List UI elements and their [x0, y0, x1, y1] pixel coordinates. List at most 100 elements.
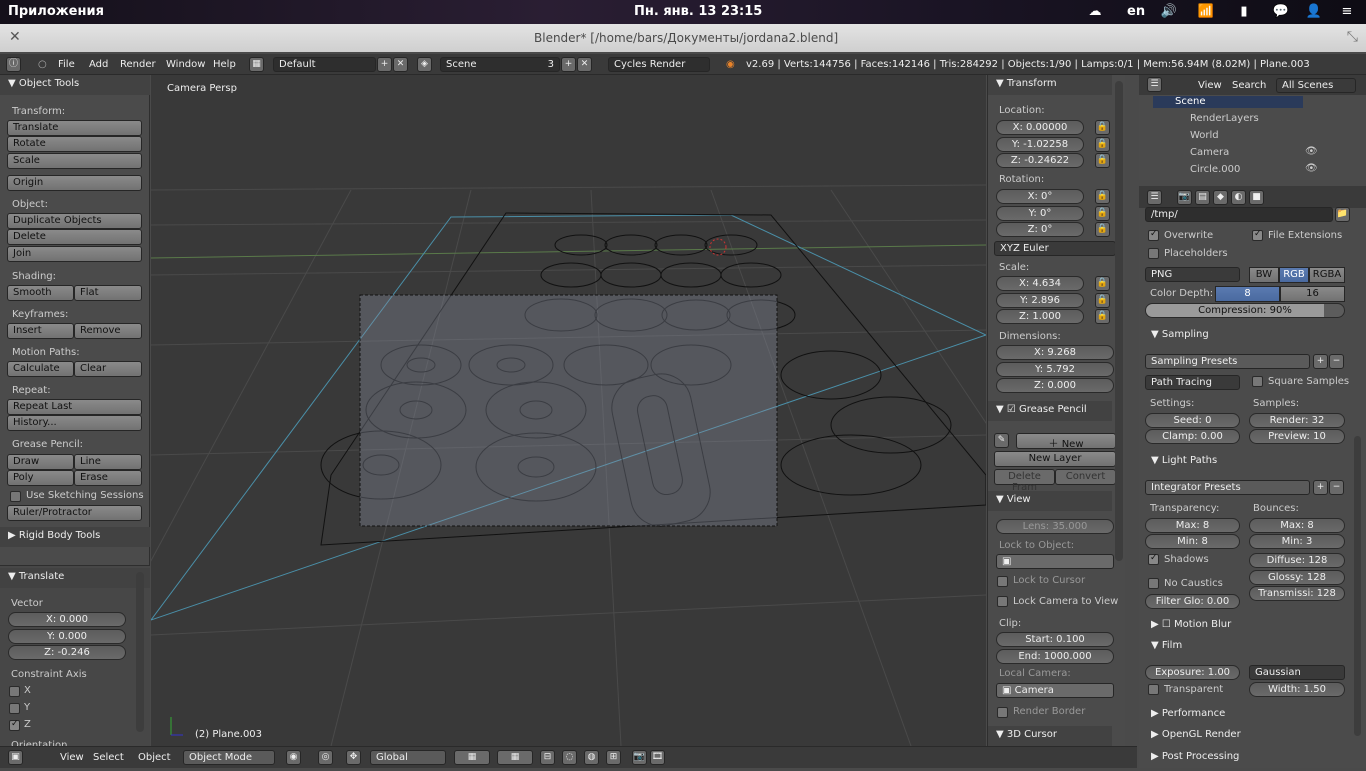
- scale-y-field[interactable]: Y: 2.896: [996, 293, 1084, 308]
- render-anim-icon[interactable]: 🎞: [650, 750, 665, 765]
- render-tab-icon[interactable]: 📷: [1177, 190, 1192, 205]
- panel-sampling[interactable]: ▼ Sampling: [1151, 329, 1209, 349]
- no-caustics-checkbox[interactable]: [1148, 578, 1159, 589]
- applications-menu[interactable]: Приложения: [8, 4, 104, 19]
- panel-performance[interactable]: ▶ Performance: [1151, 708, 1225, 728]
- dimension-y-field[interactable]: Y: 5.792: [996, 362, 1114, 377]
- properties-editor-icon[interactable]: ☰: [1147, 190, 1162, 205]
- convert-button[interactable]: Convert: [1055, 469, 1116, 485]
- eye-icon[interactable]: 👁: [1305, 146, 1318, 157]
- lock-icon[interactable]: 🔒: [1095, 137, 1110, 152]
- lock-icon[interactable]: 🔒: [1095, 276, 1110, 291]
- filter-glossy-field[interactable]: Filter Glo: 0.00: [1145, 594, 1240, 609]
- clip-start-field[interactable]: Start: 0.100: [996, 632, 1114, 647]
- rgba-toggle[interactable]: RGBA: [1309, 267, 1345, 283]
- wifi-icon[interactable]: 📶: [1197, 4, 1215, 20]
- transparency-min-field[interactable]: Min: 8: [1145, 534, 1240, 549]
- menu-window[interactable]: Window: [166, 59, 205, 70]
- remove-scene-icon[interactable]: ✕: [577, 57, 592, 72]
- panel-translate[interactable]: ▼ Translate: [0, 568, 150, 588]
- exposure-field[interactable]: Exposure: 1.00: [1145, 665, 1240, 680]
- battery-icon[interactable]: ▮: [1235, 4, 1253, 20]
- menu-add[interactable]: Add: [89, 59, 108, 70]
- clear-button[interactable]: Clear: [74, 361, 142, 377]
- output-path-field[interactable]: /tmp/: [1145, 207, 1333, 222]
- filter-type-select[interactable]: Gaussian: [1249, 665, 1345, 680]
- outliner-display-select[interactable]: All Scenes: [1276, 78, 1356, 93]
- layers-icon[interactable]: ▦: [497, 750, 533, 765]
- bw-toggle[interactable]: BW: [1249, 267, 1279, 283]
- lock-icon[interactable]: 🔒: [1095, 120, 1110, 135]
- user-icon[interactable]: 👤: [1305, 4, 1323, 20]
- transparency-max-field[interactable]: Max: 8: [1145, 518, 1240, 533]
- lock-camera-checkbox[interactable]: [997, 596, 1008, 607]
- file-extensions-checkbox[interactable]: [1252, 229, 1263, 241]
- lock-icon[interactable]: 🔒: [1095, 293, 1110, 308]
- render-samples-field[interactable]: Render: 32: [1249, 413, 1345, 428]
- render-border-checkbox[interactable]: [997, 707, 1008, 718]
- tree-camera[interactable]: Camera: [1190, 147, 1229, 158]
- panel-opengl[interactable]: ▶ OpenGL Render: [1151, 729, 1241, 749]
- rotation-mode-select[interactable]: XYZ Euler: [994, 241, 1116, 256]
- editor-type-icon[interactable]: ▣: [8, 750, 23, 765]
- ruler-button[interactable]: Ruler/Protractor: [7, 505, 142, 521]
- remove-preset-icon[interactable]: −: [1329, 480, 1344, 495]
- scale-x-field[interactable]: X: 4.634: [996, 276, 1084, 291]
- maximize-icon[interactable]: ⤡: [1347, 29, 1358, 45]
- manipulator-icon[interactable]: ✥: [346, 750, 361, 765]
- calculate-button[interactable]: Calculate: [7, 361, 74, 377]
- panel-grease-pencil[interactable]: ▼ ☑ Grease Pencil: [988, 401, 1112, 421]
- lock-icon[interactable]: 🔒: [1095, 153, 1110, 168]
- add-preset-icon[interactable]: +: [1313, 480, 1328, 495]
- clamp-field[interactable]: Clamp: 0.00: [1145, 429, 1240, 444]
- operator-scrollbar[interactable]: [136, 572, 144, 732]
- depth-16-toggle[interactable]: 16: [1280, 286, 1345, 302]
- lock-object-field[interactable]: ▣: [996, 554, 1114, 569]
- shadows-checkbox[interactable]: [1148, 553, 1159, 565]
- scene-tab-icon[interactable]: ◆: [1213, 190, 1228, 205]
- smooth-button[interactable]: Smooth: [7, 285, 74, 301]
- outliner-view-menu[interactable]: View: [1198, 80, 1222, 91]
- properties-scrollbar[interactable]: [1354, 436, 1361, 736]
- rotation-x-field[interactable]: X: 0°: [996, 189, 1084, 204]
- repeat-last-button[interactable]: Repeat Last: [7, 399, 142, 415]
- add-layout-icon[interactable]: +: [377, 57, 392, 72]
- menu-icon[interactable]: ≡: [1338, 4, 1356, 20]
- location-z-field[interactable]: Z: -0.24622: [996, 153, 1084, 168]
- origin-button[interactable]: Origin: [7, 175, 142, 191]
- chat-icon[interactable]: 💬: [1272, 4, 1290, 20]
- panel-motion-blur[interactable]: ▶ ☐ Motion Blur: [1151, 619, 1231, 639]
- flat-button[interactable]: Flat: [74, 285, 142, 301]
- square-samples-checkbox[interactable]: [1252, 376, 1263, 387]
- clip-end-field[interactable]: End: 1000.000: [996, 649, 1114, 664]
- line-button[interactable]: Line: [74, 454, 142, 470]
- dimension-z-field[interactable]: Z: 0.000: [996, 378, 1114, 393]
- filter-width-field[interactable]: Width: 1.50: [1249, 682, 1345, 697]
- panel-object-tools[interactable]: ▼ Object Tools: [0, 75, 150, 95]
- layers-icon[interactable]: ▦: [454, 750, 490, 765]
- snap-icon[interactable]: ◍: [584, 750, 599, 765]
- menu-file[interactable]: File: [58, 59, 75, 70]
- menu-help[interactable]: Help: [213, 59, 236, 70]
- delete-button[interactable]: Delete: [7, 229, 142, 245]
- overwrite-checkbox[interactable]: [1148, 229, 1159, 241]
- remove-preset-icon[interactable]: −: [1329, 354, 1344, 369]
- constraint-x-checkbox[interactable]: [9, 686, 20, 697]
- constraint-z-checkbox[interactable]: [9, 719, 20, 731]
- folder-icon[interactable]: 📁: [1335, 207, 1350, 222]
- preview-samples-field[interactable]: Preview: 10: [1249, 429, 1345, 444]
- diffuse-field[interactable]: Diffuse: 128: [1249, 553, 1345, 568]
- depth-8-toggle[interactable]: 8: [1215, 286, 1280, 302]
- pencil-icon[interactable]: ✎: [994, 433, 1009, 448]
- screen-layout-icon[interactable]: ▦: [249, 57, 264, 72]
- screen-layout-field[interactable]: Default: [273, 57, 376, 72]
- outliner-search-menu[interactable]: Search: [1232, 80, 1266, 91]
- remove-layout-icon[interactable]: ✕: [393, 57, 408, 72]
- placeholders-checkbox[interactable]: [1148, 248, 1159, 259]
- collapse-icon[interactable]: ○: [38, 59, 47, 70]
- proportional-icon[interactable]: ◌: [562, 750, 577, 765]
- tree-world[interactable]: World: [1190, 130, 1219, 141]
- new-layer-button[interactable]: New Layer: [994, 451, 1116, 467]
- bounces-max-field[interactable]: Max: 8: [1249, 518, 1345, 533]
- menu-select[interactable]: Select: [93, 752, 124, 763]
